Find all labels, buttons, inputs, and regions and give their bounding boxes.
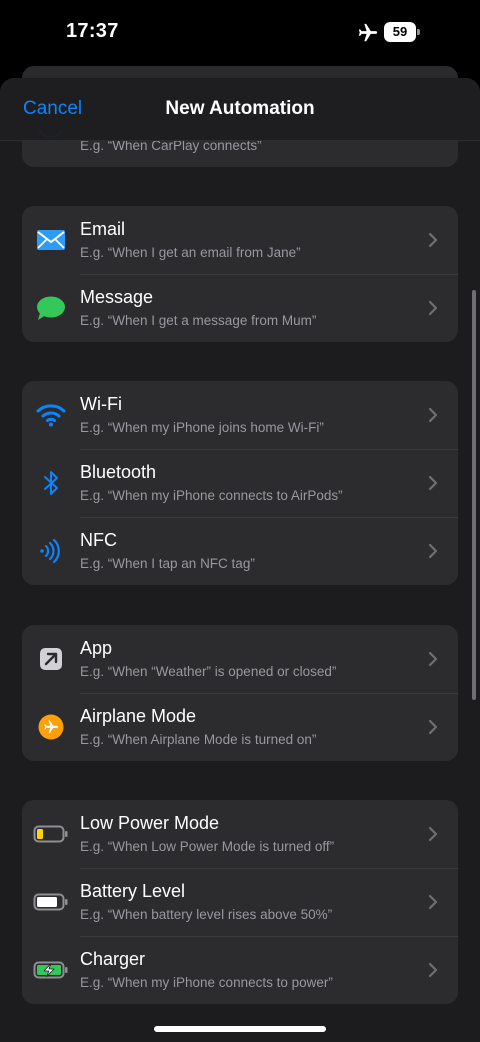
app-group: App E.g. “When “Weather” is opened or cl… xyxy=(22,625,458,761)
list-item-nfc[interactable]: NFC E.g. “When I tap an NFC tag” xyxy=(22,517,458,585)
list-item-subtitle: E.g. “When my iPhone connects to power” xyxy=(80,975,333,990)
chevron-right-icon xyxy=(428,543,438,559)
list-item-subtitle: E.g. “When Low Power Mode is turned off” xyxy=(80,839,335,854)
page-title: New Automation xyxy=(165,98,315,119)
battery-status-icon: 59 xyxy=(384,22,420,42)
list-item-subtitle: E.g. “When my iPhone connects to AirPods… xyxy=(80,488,343,503)
list-item-subtitle: E.g. “When I get an email from Jane” xyxy=(80,245,301,260)
communication-group: Email E.g. “When I get an email from Jan… xyxy=(22,206,458,342)
list-item-email[interactable]: Email E.g. “When I get an email from Jan… xyxy=(22,206,458,274)
navigation-bar: Cancel New Automation xyxy=(0,78,480,141)
message-bubble-icon xyxy=(37,296,65,320)
chevron-right-icon xyxy=(428,232,438,248)
chevron-right-icon xyxy=(428,719,438,735)
list-item-title: Wi-Fi xyxy=(80,394,122,414)
battery-icon xyxy=(33,893,68,911)
list-item-subtitle: E.g. “When I get a message from Mum” xyxy=(80,313,317,328)
list-item-title: Low Power Mode xyxy=(80,813,220,833)
connectivity-group: Wi-Fi E.g. “When my iPhone joins home Wi… xyxy=(22,381,458,585)
list-item-subtitle: E.g. “When I tap an NFC tag” xyxy=(80,556,255,571)
chevron-right-icon xyxy=(428,407,438,423)
list-item-message[interactable]: Message E.g. “When I get a message from … xyxy=(22,274,458,342)
list-item-subtitle: E.g. “When battery level rises above 50%… xyxy=(80,907,333,922)
list-item-low-power-mode[interactable]: Low Power Mode E.g. “When Low Power Mode… xyxy=(22,800,458,868)
list-item-title: Bluetooth xyxy=(80,462,157,482)
list-item-title: Message xyxy=(80,287,154,307)
app-arrow-icon xyxy=(40,648,62,670)
status-time: 17:37 xyxy=(66,20,119,42)
list-item-title: Battery Level xyxy=(80,881,186,901)
chevron-right-icon xyxy=(428,475,438,491)
envelope-icon xyxy=(37,230,65,250)
chevron-right-icon xyxy=(428,894,438,910)
list-item-wifi[interactable]: Wi-Fi E.g. “When my iPhone joins home Wi… xyxy=(22,381,458,449)
scroll-indicator[interactable] xyxy=(472,290,476,700)
list-item-subtitle: E.g. “When my iPhone joins home Wi-Fi” xyxy=(80,420,324,435)
list-item-charger[interactable]: Charger E.g. “When my iPhone connects to… xyxy=(22,936,458,1004)
list-item-title: Airplane Mode xyxy=(80,706,197,726)
bluetooth-icon xyxy=(44,471,58,495)
airplane-icon xyxy=(38,714,64,740)
list-item-title: Charger xyxy=(80,949,146,969)
list-item-subtitle: E.g. “When Airplane Mode is turned on” xyxy=(80,732,317,747)
airplane-mode-status-icon xyxy=(358,23,378,42)
chevron-right-icon xyxy=(428,826,438,842)
nfc-icon xyxy=(40,538,60,564)
list-item-subtitle: E.g. “When “Weather” is opened or closed… xyxy=(80,664,337,679)
status-bar: 17:37 59 xyxy=(0,0,480,68)
chevron-right-icon xyxy=(428,962,438,978)
low-power-battery-icon xyxy=(33,825,68,843)
list-item-title: NFC xyxy=(80,530,117,550)
wifi-icon xyxy=(36,404,66,427)
battery-percentage: 59 xyxy=(384,22,416,42)
home-indicator[interactable] xyxy=(154,1026,326,1032)
list-item-airplane-mode[interactable]: Airplane Mode E.g. “When Airplane Mode i… xyxy=(22,693,458,761)
list-item-bluetooth[interactable]: Bluetooth E.g. “When my iPhone connects … xyxy=(22,449,458,517)
power-group: Low Power Mode E.g. “When Low Power Mode… xyxy=(22,800,458,1004)
charging-battery-icon xyxy=(33,961,68,979)
list-item-app[interactable]: App E.g. “When “Weather” is opened or cl… xyxy=(22,625,458,693)
chevron-right-icon xyxy=(428,300,438,316)
list-item-title: Email xyxy=(80,219,126,239)
new-automation-sheet: Cancel New Automation E.g. “When CarPlay… xyxy=(0,78,480,1042)
list-item-battery-level[interactable]: Battery Level E.g. “When battery level r… xyxy=(22,868,458,936)
chevron-right-icon xyxy=(428,651,438,667)
list-item-title: App xyxy=(80,638,113,658)
